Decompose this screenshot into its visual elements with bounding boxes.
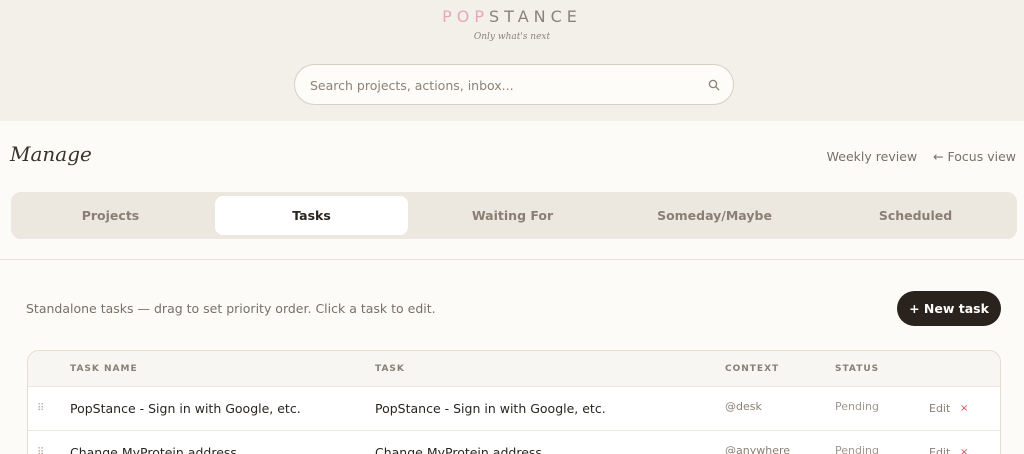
header-links: Weekly review ← Focus view <box>815 149 1016 164</box>
task-cell: PopStance - Sign in with Google, etc. <box>375 401 606 416</box>
tab-waiting-for[interactable]: Waiting For <box>416 196 609 235</box>
status-cell: Pending <box>835 400 879 413</box>
search-input[interactable] <box>310 75 690 95</box>
search-bar <box>294 64 734 105</box>
task-name-cell[interactable]: Change MyProtein address <box>70 445 237 454</box>
new-task-button[interactable]: + New task <box>897 291 1001 326</box>
section-divider <box>0 259 1024 260</box>
tagline: Only what's next <box>473 32 551 42</box>
delete-icon[interactable]: × <box>960 447 968 454</box>
tab-tasks[interactable]: Tasks <box>215 196 408 235</box>
manage-panel: Manage Weekly review ← Focus view Projec… <box>0 121 1024 454</box>
edit-button[interactable]: Edit <box>929 402 950 415</box>
status-cell: Pending <box>835 444 879 454</box>
tasks-hint: Standalone tasks — drag to set priority … <box>26 301 436 316</box>
focus-view-link[interactable]: ← Focus view <box>933 149 1016 164</box>
search-icon[interactable] <box>708 79 720 91</box>
context-cell: @anywhere <box>725 444 791 454</box>
task-cell: Change MyProtein address <box>375 445 542 454</box>
header-status[interactable]: STATUS <box>835 364 879 374</box>
logo-stance: STANCE <box>489 7 582 26</box>
context-cell: @desk <box>725 400 762 413</box>
header-task-name[interactable]: TASK NAME <box>70 364 138 374</box>
logo-pop: POP <box>442 7 489 26</box>
logo[interactable]: POPSTANCE <box>0 7 1024 26</box>
tab-projects[interactable]: Projects <box>14 196 207 235</box>
table-row[interactable]: ⠿ Change MyProtein address Change MyProt… <box>28 431 1000 454</box>
edit-button[interactable]: Edit <box>929 446 950 454</box>
weekly-review-link[interactable]: Weekly review <box>827 149 917 164</box>
table-header: TASK NAME TASK CONTEXT STATUS <box>28 351 1000 387</box>
header-context[interactable]: CONTEXT <box>725 364 779 374</box>
tab-someday-maybe[interactable]: Someday/Maybe <box>618 196 811 235</box>
drag-handle-icon[interactable]: ⠿ <box>37 403 45 415</box>
tasks-table: TASK NAME TASK CONTEXT STATUS ⠿ PopStanc… <box>27 350 1001 454</box>
drag-handle-icon[interactable]: ⠿ <box>37 447 45 454</box>
delete-icon[interactable]: × <box>960 403 968 414</box>
app-header: POPSTANCE Only what's next <box>0 0 1024 121</box>
page-title: Manage <box>10 142 92 166</box>
table-row[interactable]: ⠿ PopStance - Sign in with Google, etc. … <box>28 387 1000 431</box>
task-name-cell[interactable]: PopStance - Sign in with Google, etc. <box>70 401 301 416</box>
header-task[interactable]: TASK <box>375 364 405 374</box>
manage-tabs: Projects Tasks Waiting For Someday/Maybe… <box>11 192 1017 239</box>
tab-scheduled[interactable]: Scheduled <box>819 196 1012 235</box>
